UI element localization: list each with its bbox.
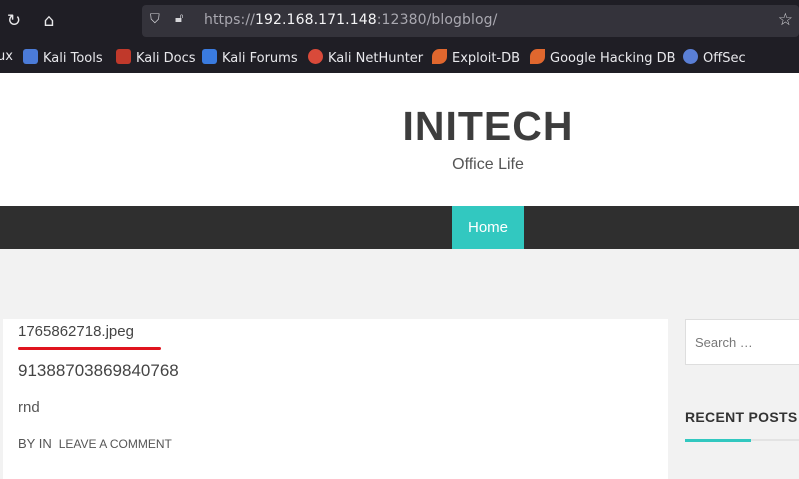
search-input[interactable] bbox=[695, 333, 799, 351]
kali-tools-icon bbox=[23, 49, 38, 64]
post-body: rnd bbox=[18, 399, 40, 416]
bookmark-kali-forums[interactable]: Kali Forums bbox=[202, 49, 298, 66]
kali-docs-icon bbox=[116, 49, 131, 64]
bookmark-google-hacking-db[interactable]: Google Hacking DB bbox=[530, 49, 676, 66]
bookmark-star-icon[interactable]: ☆ bbox=[778, 10, 793, 30]
main-menu: Home bbox=[0, 206, 799, 249]
site-tagline: Office Life bbox=[452, 156, 524, 173]
search-box bbox=[685, 319, 799, 365]
kali-nethunter-icon bbox=[308, 49, 323, 64]
post-card: 1765862718.jpeg 91388703869840768 rnd BY… bbox=[3, 319, 668, 479]
post-filename[interactable]: 1765862718.jpeg bbox=[18, 323, 134, 340]
bookmark-offsec[interactable]: OffSec bbox=[683, 49, 746, 66]
post-meta: BY IN LEAVE A COMMENT bbox=[18, 436, 172, 451]
leave-comment-link[interactable]: LEAVE A COMMENT bbox=[59, 437, 172, 451]
shield-icon[interactable]: ⛉ bbox=[150, 12, 166, 30]
lock-icon[interactable]: 🔓︎ bbox=[175, 11, 195, 31]
recent-posts-divider bbox=[685, 439, 799, 442]
kali-forums-icon bbox=[202, 49, 217, 64]
bookmark-kali-docs[interactable]: Kali Docs bbox=[116, 49, 196, 66]
address-bar[interactable]: ⛉ 🔓︎ https://192.168.171.148:12380/blogb… bbox=[142, 5, 799, 37]
red-underline bbox=[18, 347, 161, 350]
menu-home-link[interactable]: Home bbox=[452, 206, 524, 249]
bookmark-exploit-db[interactable]: Exploit-DB bbox=[432, 49, 520, 66]
url-text[interactable]: https://192.168.171.148:12380/blogblog/ bbox=[204, 12, 497, 28]
web-page: INITECH Office Life Home 1765862718.jpeg… bbox=[0, 73, 799, 479]
offsec-icon bbox=[683, 49, 698, 64]
bookmark-item[interactable]: ux bbox=[0, 49, 13, 64]
post-meta-by: BY IN bbox=[18, 436, 52, 451]
exploit-db-icon bbox=[432, 49, 447, 64]
bookmark-kali-tools[interactable]: Kali Tools bbox=[23, 49, 103, 66]
home-icon[interactable]: ⌂ bbox=[37, 9, 61, 33]
google-hacking-db-icon bbox=[530, 49, 545, 64]
bookmark-kali-nethunter[interactable]: Kali NetHunter bbox=[308, 49, 423, 66]
site-header: INITECH Office Life bbox=[0, 73, 799, 206]
site-title[interactable]: INITECH bbox=[376, 103, 600, 150]
bookmarks-toolbar: ux Kali Tools Kali Docs Kali Forums Kali… bbox=[0, 44, 799, 72]
recent-posts-accent bbox=[685, 439, 751, 442]
reload-icon[interactable]: ↻ bbox=[2, 9, 26, 33]
recent-posts-heading: RECENT POSTS bbox=[685, 409, 798, 425]
browser-chrome: ↻ ⌂ ⛉ 🔓︎ https://192.168.171.148:12380/b… bbox=[0, 0, 799, 73]
post-title[interactable]: 91388703869840768 bbox=[18, 361, 179, 381]
